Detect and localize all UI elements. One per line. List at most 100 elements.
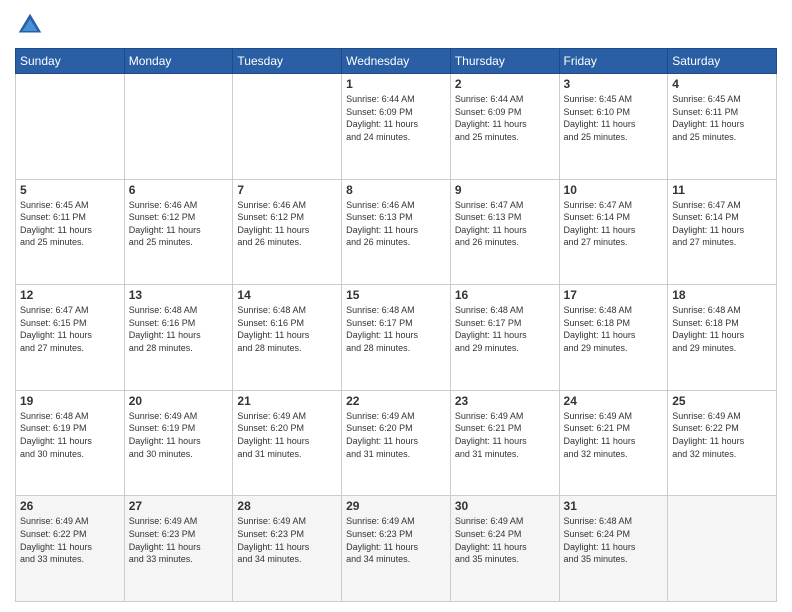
cell-info: Sunrise: 6:47 AM Sunset: 6:14 PM Dayligh…: [672, 199, 772, 249]
calendar-cell: 10 Sunrise: 6:47 AM Sunset: 6:14 PM Dayli…: [559, 179, 668, 285]
cell-info: Sunrise: 6:49 AM Sunset: 6:20 PM Dayligh…: [346, 410, 446, 460]
calendar-cell: 18 Sunrise: 6:48 AM Sunset: 6:18 PM Dayli…: [668, 285, 777, 391]
day-number: 29: [346, 499, 446, 513]
calendar-cell: 19 Sunrise: 6:48 AM Sunset: 6:19 PM Dayli…: [16, 390, 125, 496]
cell-info: Sunrise: 6:49 AM Sunset: 6:19 PM Dayligh…: [129, 410, 229, 460]
calendar-cell: 11 Sunrise: 6:47 AM Sunset: 6:14 PM Dayli…: [668, 179, 777, 285]
day-number: 18: [672, 288, 772, 302]
calendar-cell: [233, 74, 342, 180]
day-number: 20: [129, 394, 229, 408]
day-number: 11: [672, 183, 772, 197]
calendar-cell: 29 Sunrise: 6:49 AM Sunset: 6:23 PM Dayli…: [342, 496, 451, 602]
day-number: 24: [564, 394, 664, 408]
cell-info: Sunrise: 6:49 AM Sunset: 6:22 PM Dayligh…: [20, 515, 120, 565]
page: SundayMondayTuesdayWednesdayThursdayFrid…: [0, 0, 792, 612]
calendar-cell: 17 Sunrise: 6:48 AM Sunset: 6:18 PM Dayli…: [559, 285, 668, 391]
day-number: 25: [672, 394, 772, 408]
day-number: 9: [455, 183, 555, 197]
calendar-cell: 2 Sunrise: 6:44 AM Sunset: 6:09 PM Daylig…: [450, 74, 559, 180]
calendar-table: SundayMondayTuesdayWednesdayThursdayFrid…: [15, 48, 777, 602]
cell-info: Sunrise: 6:49 AM Sunset: 6:23 PM Dayligh…: [237, 515, 337, 565]
week-row-1: 1 Sunrise: 6:44 AM Sunset: 6:09 PM Daylig…: [16, 74, 777, 180]
cell-info: Sunrise: 6:48 AM Sunset: 6:16 PM Dayligh…: [237, 304, 337, 354]
day-number: 19: [20, 394, 120, 408]
cell-info: Sunrise: 6:49 AM Sunset: 6:21 PM Dayligh…: [455, 410, 555, 460]
header: [15, 10, 777, 40]
calendar-cell: 6Sunrise: 6:46 AM Sunset: 6:12 PM Daylig…: [124, 179, 233, 285]
calendar-cell: 24 Sunrise: 6:49 AM Sunset: 6:21 PM Dayli…: [559, 390, 668, 496]
cell-info: Sunrise: 6:45 AM Sunset: 6:10 PM Dayligh…: [564, 93, 664, 143]
day-number: 2: [455, 77, 555, 91]
weekday-header-sunday: Sunday: [16, 49, 125, 74]
day-number: 27: [129, 499, 229, 513]
cell-info: Sunrise: 6:49 AM Sunset: 6:22 PM Dayligh…: [672, 410, 772, 460]
day-number: 16: [455, 288, 555, 302]
calendar-cell: 14 Sunrise: 6:48 AM Sunset: 6:16 PM Dayli…: [233, 285, 342, 391]
calendar-cell: 26 Sunrise: 6:49 AM Sunset: 6:22 PM Dayli…: [16, 496, 125, 602]
day-number: 23: [455, 394, 555, 408]
cell-info: Sunrise: 6:49 AM Sunset: 6:23 PM Dayligh…: [346, 515, 446, 565]
weekday-header-friday: Friday: [559, 49, 668, 74]
day-number: 12: [20, 288, 120, 302]
day-number: 5: [20, 183, 120, 197]
cell-info: Sunrise: 6:45 AM Sunset: 6:11 PM Dayligh…: [20, 199, 120, 249]
calendar-cell: 13 Sunrise: 6:48 AM Sunset: 6:16 PM Dayli…: [124, 285, 233, 391]
calendar-cell: 7Sunrise: 6:46 AM Sunset: 6:12 PM Daylig…: [233, 179, 342, 285]
weekday-header-saturday: Saturday: [668, 49, 777, 74]
day-number: 1: [346, 77, 446, 91]
calendar-cell: [124, 74, 233, 180]
calendar-cell: 3 Sunrise: 6:45 AM Sunset: 6:10 PM Daylig…: [559, 74, 668, 180]
calendar-cell: 28 Sunrise: 6:49 AM Sunset: 6:23 PM Dayli…: [233, 496, 342, 602]
logo-icon: [15, 10, 45, 40]
day-number: 26: [20, 499, 120, 513]
cell-info: Sunrise: 6:44 AM Sunset: 6:09 PM Dayligh…: [346, 93, 446, 143]
weekday-header-row: SundayMondayTuesdayWednesdayThursdayFrid…: [16, 49, 777, 74]
calendar-cell: [668, 496, 777, 602]
day-number: 17: [564, 288, 664, 302]
calendar-cell: 30Sunrise: 6:49 AM Sunset: 6:24 PM Dayli…: [450, 496, 559, 602]
calendar-cell: 20 Sunrise: 6:49 AM Sunset: 6:19 PM Dayli…: [124, 390, 233, 496]
calendar-cell: 27 Sunrise: 6:49 AM Sunset: 6:23 PM Dayli…: [124, 496, 233, 602]
cell-info: Sunrise: 6:49 AM Sunset: 6:24 PM Dayligh…: [455, 515, 555, 565]
cell-info: Sunrise: 6:45 AM Sunset: 6:11 PM Dayligh…: [672, 93, 772, 143]
day-number: 15: [346, 288, 446, 302]
day-number: 4: [672, 77, 772, 91]
cell-info: Sunrise: 6:48 AM Sunset: 6:19 PM Dayligh…: [20, 410, 120, 460]
cell-info: Sunrise: 6:49 AM Sunset: 6:20 PM Dayligh…: [237, 410, 337, 460]
calendar-cell: 25 Sunrise: 6:49 AM Sunset: 6:22 PM Dayli…: [668, 390, 777, 496]
day-number: 13: [129, 288, 229, 302]
week-row-2: 5 Sunrise: 6:45 AM Sunset: 6:11 PM Daylig…: [16, 179, 777, 285]
cell-info: Sunrise: 6:47 AM Sunset: 6:15 PM Dayligh…: [20, 304, 120, 354]
cell-info: Sunrise: 6:48 AM Sunset: 6:17 PM Dayligh…: [455, 304, 555, 354]
cell-info: Sunrise: 6:49 AM Sunset: 6:21 PM Dayligh…: [564, 410, 664, 460]
cell-info: Sunrise: 6:49 AM Sunset: 6:23 PM Dayligh…: [129, 515, 229, 565]
logo: [15, 10, 49, 40]
weekday-header-monday: Monday: [124, 49, 233, 74]
calendar-cell: 1 Sunrise: 6:44 AM Sunset: 6:09 PM Daylig…: [342, 74, 451, 180]
cell-info: Sunrise: 6:48 AM Sunset: 6:24 PM Dayligh…: [564, 515, 664, 565]
calendar-cell: 22Sunrise: 6:49 AM Sunset: 6:20 PM Dayli…: [342, 390, 451, 496]
week-row-5: 26 Sunrise: 6:49 AM Sunset: 6:22 PM Dayli…: [16, 496, 777, 602]
cell-info: Sunrise: 6:48 AM Sunset: 6:16 PM Dayligh…: [129, 304, 229, 354]
cell-info: Sunrise: 6:47 AM Sunset: 6:14 PM Dayligh…: [564, 199, 664, 249]
weekday-header-thursday: Thursday: [450, 49, 559, 74]
week-row-3: 12 Sunrise: 6:47 AM Sunset: 6:15 PM Dayli…: [16, 285, 777, 391]
cell-info: Sunrise: 6:48 AM Sunset: 6:18 PM Dayligh…: [564, 304, 664, 354]
cell-info: Sunrise: 6:48 AM Sunset: 6:18 PM Dayligh…: [672, 304, 772, 354]
day-number: 21: [237, 394, 337, 408]
cell-info: Sunrise: 6:46 AM Sunset: 6:13 PM Dayligh…: [346, 199, 446, 249]
cell-info: Sunrise: 6:48 AM Sunset: 6:17 PM Dayligh…: [346, 304, 446, 354]
day-number: 28: [237, 499, 337, 513]
day-number: 3: [564, 77, 664, 91]
day-number: 10: [564, 183, 664, 197]
cell-info: Sunrise: 6:44 AM Sunset: 6:09 PM Dayligh…: [455, 93, 555, 143]
calendar-cell: 31Sunrise: 6:48 AM Sunset: 6:24 PM Dayli…: [559, 496, 668, 602]
day-number: 7: [237, 183, 337, 197]
calendar-cell: 9Sunrise: 6:47 AM Sunset: 6:13 PM Daylig…: [450, 179, 559, 285]
calendar-cell: 23 Sunrise: 6:49 AM Sunset: 6:21 PM Dayli…: [450, 390, 559, 496]
calendar-cell: 4 Sunrise: 6:45 AM Sunset: 6:11 PM Daylig…: [668, 74, 777, 180]
day-number: 6: [129, 183, 229, 197]
calendar-cell: 21 Sunrise: 6:49 AM Sunset: 6:20 PM Dayli…: [233, 390, 342, 496]
day-number: 14: [237, 288, 337, 302]
calendar-cell: 5 Sunrise: 6:45 AM Sunset: 6:11 PM Daylig…: [16, 179, 125, 285]
